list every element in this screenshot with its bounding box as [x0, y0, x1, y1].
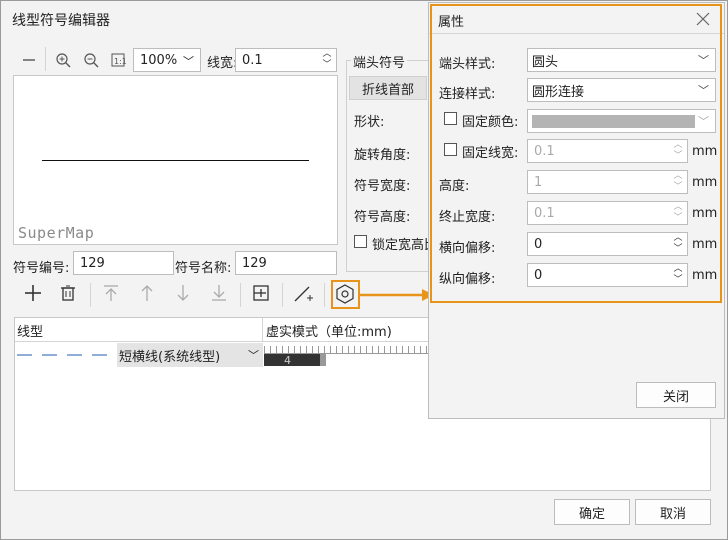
ok-label: 确定 — [578, 506, 605, 522]
tab-polyline-head-label: 折线首部 — [361, 82, 414, 98]
rotation-label: 旋转角度: — [354, 148, 411, 163]
chevron-down-icon: ﹀ — [248, 349, 259, 362]
line-width-input[interactable]: 0.1 ︿ ﹀ — [235, 48, 337, 72]
zoom-out-icon[interactable] — [81, 50, 101, 70]
tab-polyline-head[interactable]: 折线首部 — [349, 76, 427, 100]
symbol-width-label: 符号宽度: — [354, 179, 411, 194]
move-up-icon[interactable] — [137, 283, 157, 303]
move-down-icon[interactable] — [173, 283, 193, 303]
move-top-icon[interactable] — [101, 283, 121, 303]
ok-button[interactable]: 确定 — [554, 499, 630, 525]
cancel-label: 取消 — [659, 506, 686, 522]
toolbar-divider — [324, 283, 325, 307]
toolbar-divider — [282, 283, 283, 307]
pattern-segment-value: 4 — [284, 353, 291, 367]
shape-label: 形状: — [354, 115, 385, 130]
col-linetype-header: 线型 — [15, 318, 263, 342]
symbol-height-label: 符号高度: — [354, 210, 411, 225]
zoom-select[interactable]: 100% ﹀ — [133, 48, 201, 72]
arrow-to-properties — [360, 289, 434, 301]
properties-highlight-frame — [430, 4, 722, 303]
dialog-title: 线型符号编辑器 — [12, 13, 110, 29]
cancel-button[interactable]: 取消 — [635, 499, 711, 525]
dash-line-sample — [17, 354, 117, 356]
zoom-in-icon[interactable] — [53, 50, 73, 70]
preview-line — [42, 160, 309, 161]
add-line-icon[interactable] — [293, 283, 313, 303]
preview-canvas: SuperMap — [13, 75, 338, 245]
close-label: 关闭 — [662, 389, 689, 405]
symbol-name-value: 129 — [242, 255, 267, 271]
symbol-code-input[interactable]: 129 — [73, 251, 174, 275]
symbol-code-value: 129 — [80, 255, 105, 271]
toolbar-divider — [240, 283, 241, 307]
lock-ratio-label: 锁定宽高比 — [372, 238, 428, 253]
actual-size-icon[interactable]: 1:1 — [108, 50, 128, 70]
col-pattern-label: 虚实模式（单位:mm) — [266, 324, 392, 340]
symbol-name-label: 符号名称: — [175, 261, 232, 276]
svg-text:1:1: 1:1 — [114, 57, 126, 66]
delete-icon[interactable] — [58, 283, 78, 303]
line-width-label: 线宽: — [207, 56, 238, 71]
supermap-watermark: SuperMap — [18, 224, 95, 242]
symbol-code-label: 符号编号: — [13, 261, 70, 276]
insert-icon[interactable] — [251, 283, 271, 303]
linetype-select[interactable]: 短横线(系统线型) ﹀ — [117, 343, 263, 367]
table-row[interactable]: 短横线(系统线型) ﹀ — [15, 343, 263, 367]
linetype-value: 短横线(系统线型) — [119, 349, 221, 365]
minus-icon[interactable] — [19, 50, 39, 70]
symbol-name-input[interactable]: 129 — [235, 251, 337, 275]
close-button[interactable]: 关闭 — [636, 382, 716, 408]
end-symbol-group-title: 端头符号 — [351, 52, 408, 71]
toolbar-divider — [90, 283, 91, 307]
move-bottom-icon[interactable] — [209, 283, 229, 303]
col-linetype-label: 线型 — [17, 324, 44, 340]
pattern-gap[interactable] — [320, 354, 326, 366]
add-icon[interactable] — [23, 283, 43, 303]
pattern-segment[interactable]: 4 — [264, 353, 320, 367]
line-width-spinner[interactable]: ︿ ﹀ — [320, 50, 334, 70]
chevron-down-icon: ﹀ — [183, 55, 194, 68]
toolbar-divider — [45, 47, 46, 71]
zoom-value: 100% — [140, 52, 178, 68]
lock-ratio-checkbox[interactable] — [354, 235, 367, 248]
settings-hexagon-icon[interactable] — [335, 284, 355, 304]
line-width-value: 0.1 — [242, 52, 263, 68]
col-pattern-header: 虚实模式（单位:mm) — [264, 318, 392, 342]
